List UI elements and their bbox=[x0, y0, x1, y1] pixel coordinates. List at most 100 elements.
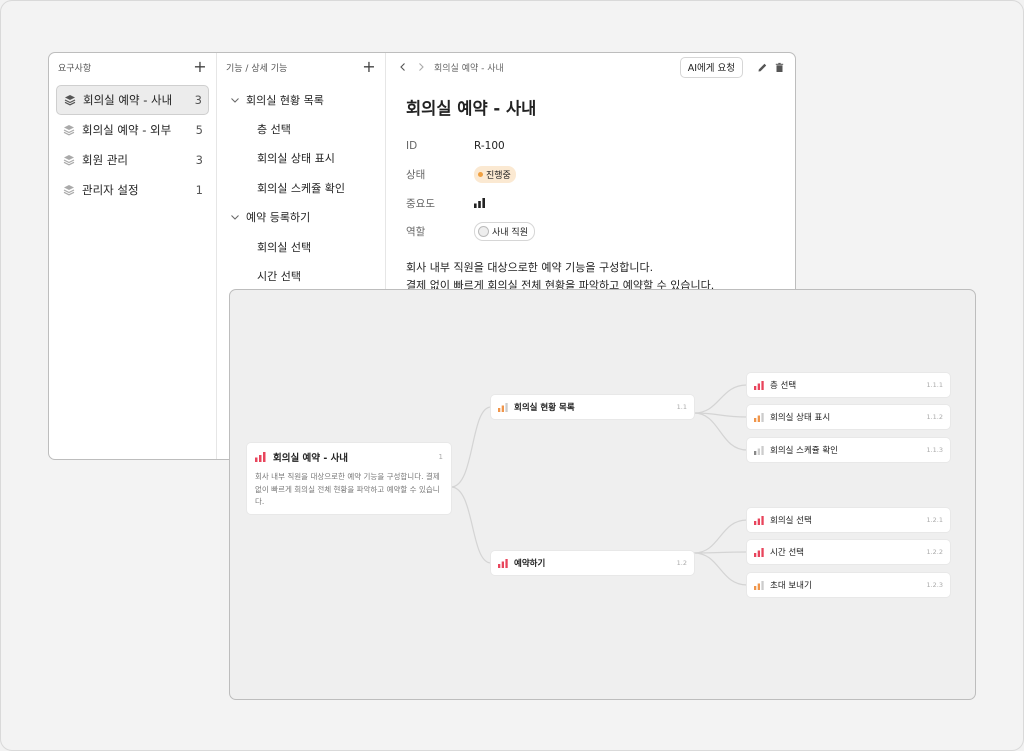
requirement-label: 회의실 예약 - 사내 bbox=[83, 93, 173, 107]
priority-label: 중요도 bbox=[406, 197, 435, 210]
mindmap-branch-node[interactable]: 예약하기 1.2 bbox=[491, 551, 694, 575]
priority-bars-icon bbox=[754, 515, 764, 525]
mindmap-leaf-node[interactable]: 회의실 선택 1.2.1 bbox=[747, 508, 950, 532]
feature-item[interactable]: 회의실 상태 표시 bbox=[217, 144, 385, 173]
add-feature-icon[interactable]: + bbox=[362, 59, 376, 75]
requirement-item[interactable]: 회의실 예약 - 사내 3 bbox=[56, 85, 209, 115]
user-avatar-icon bbox=[478, 226, 489, 238]
requirement-count: 3 bbox=[195, 153, 203, 167]
mindmap-leaf-node[interactable]: 층 선택 1.1.1 bbox=[747, 373, 950, 397]
breadcrumb: 회의실 예약 - 사내 bbox=[434, 63, 504, 74]
status-field: 상태 진행중 bbox=[406, 161, 775, 190]
leaf-node-label: 초대 보내기 bbox=[770, 581, 812, 591]
branch-node-number: 1.1 bbox=[676, 403, 687, 411]
requirement-item[interactable]: 관리자 설정 1 bbox=[56, 175, 209, 205]
connector-line bbox=[450, 406, 492, 488]
leaf-node-number: 1.2.2 bbox=[926, 548, 943, 556]
mindmap-root-node[interactable]: 회의실 예약 - 사내 1 회사 내부 직원을 대상으로한 예약 기능을 구성합… bbox=[247, 443, 451, 514]
requirement-label: 회원 관리 bbox=[82, 153, 128, 167]
status-badge[interactable]: 진행중 bbox=[474, 166, 516, 184]
mindmap-leaf-node[interactable]: 시간 선택 1.2.2 bbox=[747, 540, 950, 564]
feature-label: 층 선택 bbox=[257, 123, 291, 137]
pencil-icon[interactable] bbox=[757, 62, 768, 73]
priority-bars-icon bbox=[498, 558, 508, 568]
features-header: 기능 / 상세 기능 + bbox=[217, 53, 385, 81]
requirements-column: 요구사항 + 회의실 예약 - 사내 3 회의실 예약 - 외부 5 회원 관리… bbox=[49, 53, 217, 459]
chevron-right-icon[interactable] bbox=[416, 62, 426, 72]
mindmap-branch-node[interactable]: 회의실 현황 목록 1.1 bbox=[491, 395, 694, 419]
status-value: 진행중 bbox=[486, 171, 511, 182]
leaf-node-number: 1.1.3 bbox=[926, 446, 943, 454]
ai-request-button[interactable]: AI에게 요청 bbox=[679, 56, 743, 78]
leaf-node-label: 층 선택 bbox=[770, 381, 797, 391]
priority-bars-icon bbox=[754, 445, 764, 455]
branch-node-label: 회의실 현황 목록 bbox=[514, 403, 575, 413]
status-label: 상태 bbox=[406, 169, 426, 182]
chevron-left-icon[interactable] bbox=[398, 62, 408, 72]
feature-item[interactable]: 시간 선택 bbox=[217, 261, 385, 290]
page-title: 회의실 예약 - 사내 bbox=[406, 99, 537, 118]
requirement-label: 관리자 설정 bbox=[82, 183, 139, 197]
layers-icon bbox=[63, 185, 75, 196]
feature-item[interactable]: 회의실 스케쥴 확인 bbox=[217, 173, 385, 202]
leaf-node-label: 회의실 상태 표시 bbox=[770, 413, 831, 423]
add-requirement-icon[interactable]: + bbox=[193, 59, 207, 75]
description-line: 회사 내부 직원을 대상으로한 예약 기능을 구성합니다. bbox=[406, 261, 654, 274]
role-label: 역할 bbox=[406, 226, 426, 239]
requirement-count: 5 bbox=[195, 123, 203, 137]
requirements-header-label: 요구사항 bbox=[58, 63, 92, 74]
mindmap-leaf-node[interactable]: 회의실 상태 표시 1.1.2 bbox=[747, 405, 950, 429]
features-list: 회의실 현황 목록 층 선택 회의실 상태 표시 회의실 스케쥴 확인 예약 등… bbox=[217, 81, 385, 291]
priority-bars-icon bbox=[754, 580, 764, 590]
feature-label: 회의실 상태 표시 bbox=[257, 152, 335, 166]
priority-bars-icon bbox=[498, 402, 508, 412]
layers-icon bbox=[63, 155, 75, 166]
feature-label: 시간 선택 bbox=[257, 270, 301, 284]
connector-line bbox=[693, 412, 748, 451]
status-dot-icon bbox=[478, 172, 483, 178]
connector-line bbox=[693, 552, 748, 586]
feature-item[interactable]: 회의실 선택 bbox=[217, 232, 385, 261]
mindmap-leaf-node[interactable]: 회의실 스케쥴 확인 1.1.3 bbox=[747, 438, 950, 462]
chevron-down-icon[interactable] bbox=[230, 95, 240, 105]
connector-line bbox=[450, 486, 492, 564]
layers-icon bbox=[63, 125, 75, 136]
connector-line bbox=[693, 384, 748, 414]
leaf-node-number: 1.1.1 bbox=[926, 381, 943, 389]
requirement-item[interactable]: 회의실 예약 - 외부 5 bbox=[56, 115, 209, 145]
leaf-node-label: 회의실 선택 bbox=[770, 516, 812, 526]
leaf-node-number: 1.1.2 bbox=[926, 413, 943, 421]
requirement-label: 회의실 예약 - 외부 bbox=[82, 123, 172, 137]
features-header-label: 기능 / 상세 기능 bbox=[226, 63, 288, 74]
feature-label: 예약 등록하기 bbox=[246, 211, 311, 225]
requirements-header: 요구사항 + bbox=[49, 53, 216, 81]
mindmap-panel: 회의실 예약 - 사내 1 회사 내부 직원을 대상으로한 예약 기능을 구성합… bbox=[229, 289, 976, 700]
role-badge[interactable]: 사내 직원 bbox=[474, 222, 535, 242]
branch-node-number: 1.2 bbox=[676, 559, 687, 567]
layers-icon bbox=[64, 95, 76, 106]
priority-bars-icon bbox=[754, 380, 764, 390]
priority-bars-icon bbox=[255, 452, 266, 462]
leaf-node-number: 1.2.1 bbox=[926, 516, 943, 524]
priority-bars-icon bbox=[754, 412, 764, 422]
leaf-node-label: 회의실 스케쥴 확인 bbox=[770, 446, 838, 456]
root-node-header: 회의실 예약 - 사내 1 bbox=[255, 450, 443, 464]
role-field: 역할 사내 직원 bbox=[406, 218, 775, 247]
feature-label: 회의실 스케쥴 확인 bbox=[257, 181, 345, 195]
trash-icon[interactable] bbox=[774, 62, 785, 73]
requirement-item[interactable]: 회원 관리 3 bbox=[56, 145, 209, 175]
feature-item[interactable]: 회의실 현황 목록 bbox=[217, 85, 385, 114]
feature-label: 회의실 현황 목록 bbox=[246, 93, 324, 107]
id-field: ID R-100 bbox=[406, 132, 775, 161]
leaf-node-number: 1.2.3 bbox=[926, 581, 943, 589]
mindmap-leaf-node[interactable]: 초대 보내기 1.2.3 bbox=[747, 573, 950, 597]
feature-item[interactable]: 예약 등록하기 bbox=[217, 203, 385, 232]
requirements-list: 회의실 예약 - 사내 3 회의실 예약 - 외부 5 회원 관리 3 관리자 … bbox=[49, 81, 216, 205]
feature-item[interactable]: 층 선택 bbox=[217, 114, 385, 143]
chevron-down-icon[interactable] bbox=[230, 212, 240, 222]
requirement-count: 3 bbox=[194, 93, 202, 107]
priority-bars-icon[interactable] bbox=[474, 198, 486, 209]
priority-field: 중요도 bbox=[406, 189, 775, 218]
root-node-number: 1 bbox=[438, 453, 443, 461]
branch-node-label: 예약하기 bbox=[514, 559, 546, 569]
